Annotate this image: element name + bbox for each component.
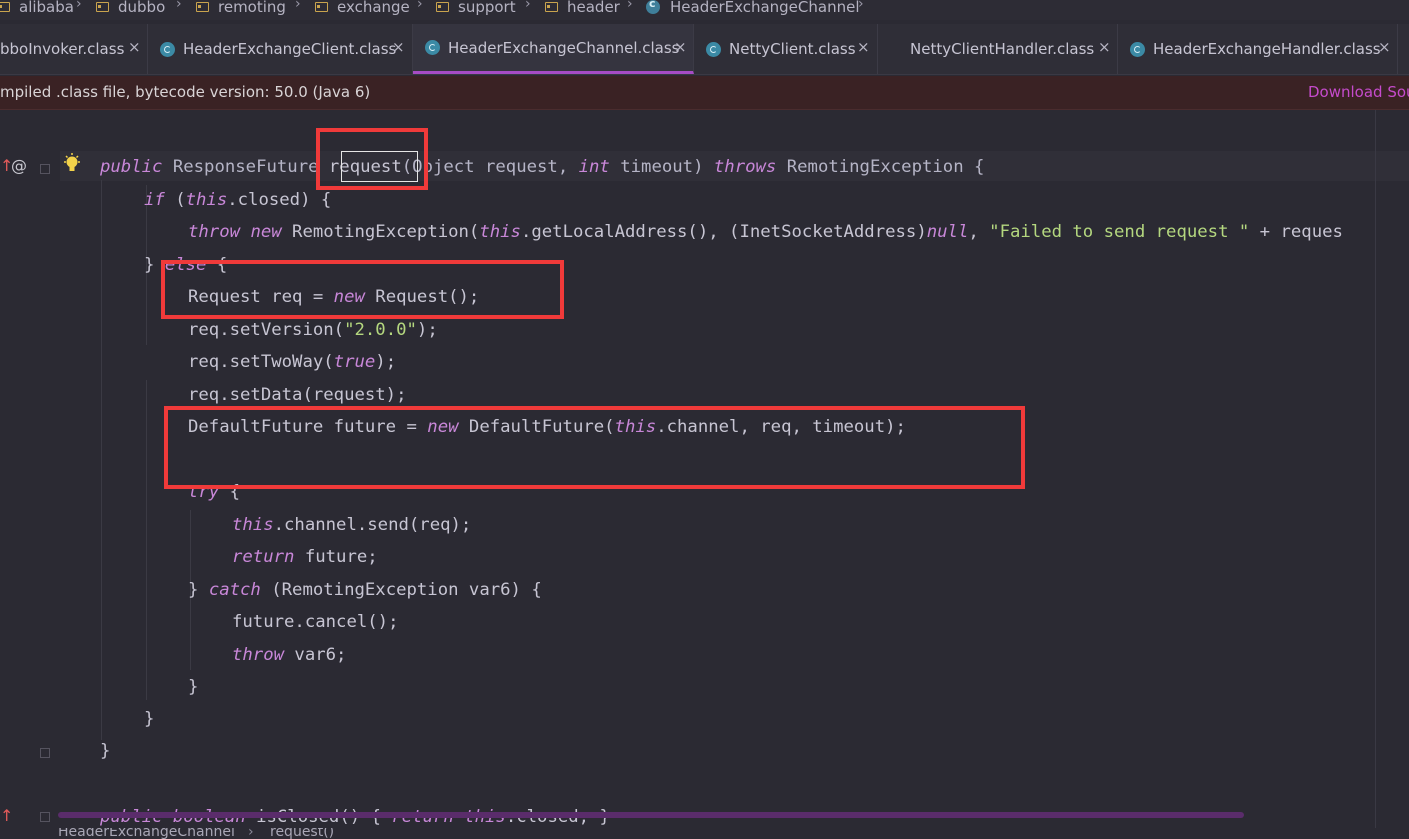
breadcrumb-item-class[interactable]: HeaderExchangeChannel [646, 0, 860, 18]
breadcrumb: alibaba › dubbo › remoting › exchange › … [0, 0, 1409, 20]
code-line[interactable]: return future; [232, 543, 378, 571]
code-line[interactable]: } [100, 737, 110, 765]
status-crumb-method[interactable]: request() [270, 828, 334, 839]
class-icon [706, 41, 721, 57]
breadcrumb-item-exchange[interactable]: exchange [315, 0, 410, 18]
banner-text: mpiled .class file, bytecode version: 50… [0, 83, 371, 101]
code-line[interactable]: throw var6; [232, 641, 346, 669]
horizontal-scrollbar[interactable] [58, 812, 1244, 818]
breadcrumb-item-header[interactable]: header [545, 0, 620, 18]
code-line[interactable]: req.setData(request); [188, 381, 407, 409]
code-line[interactable]: this.channel.send(req); [232, 511, 471, 539]
close-icon[interactable]: × [1378, 38, 1391, 56]
tab-netty-client-handler[interactable]: NettyClientHandler.class × [878, 24, 1118, 74]
code-editor[interactable]: ↑ @ ↑ public ResponseFuture request(Obje… [0, 110, 1409, 839]
fold-icon[interactable] [40, 812, 50, 822]
indent-guide [146, 380, 147, 700]
chevron-right-icon: › [248, 828, 254, 839]
close-icon[interactable]: × [674, 38, 687, 56]
breadcrumb-item-alibaba[interactable]: alibaba [0, 0, 74, 18]
chevron-right-icon: › [627, 0, 633, 12]
chevron-right-icon: › [295, 0, 301, 12]
download-sources-link[interactable]: Download Sou [1308, 83, 1409, 101]
chevron-right-icon: › [525, 0, 531, 12]
code-line[interactable]: if (this.closed) { [144, 186, 331, 214]
folder-icon [0, 2, 10, 12]
class-icon [160, 41, 175, 57]
annotation-box [161, 260, 564, 319]
tab-header-exchange-client[interactable]: HeaderExchangeClient.class × [148, 24, 413, 74]
annotation-icon[interactable]: @ [11, 156, 27, 175]
code-line[interactable]: } catch (RemotingException var6) { [188, 576, 542, 604]
tab-header-exchange-channel[interactable]: HeaderExchangeChannel.class × [413, 24, 694, 74]
tab-header-exchange-handler[interactable]: HeaderExchangeHandler.class × [1118, 24, 1398, 74]
class-icon [425, 40, 440, 55]
breadcrumb-item-support[interactable]: support [436, 0, 516, 18]
chevron-right-icon: › [417, 0, 423, 12]
close-icon[interactable]: × [1098, 38, 1111, 56]
right-margin-line [1375, 110, 1376, 839]
folder-icon [545, 2, 558, 12]
folder-icon [436, 2, 449, 12]
chevron-right-icon: › [76, 0, 82, 12]
folder-icon [315, 2, 328, 12]
status-breadcrumb: HeaderExchangeChannel › request() [0, 828, 1409, 839]
close-icon[interactable]: × [857, 38, 870, 56]
breadcrumb-item-dubbo[interactable]: dubbo [96, 0, 165, 18]
code-line[interactable]: public ResponseFuture request(Object req… [100, 153, 984, 181]
close-icon[interactable]: × [392, 38, 405, 56]
tab-netty-client[interactable]: NettyClient.class × [694, 24, 878, 74]
breadcrumb-item-remoting[interactable]: remoting [196, 0, 286, 18]
override-icon[interactable]: ↑ [0, 806, 13, 825]
status-crumb-class[interactable]: HeaderExchangeChannel [58, 828, 235, 839]
chevron-right-icon: › [176, 0, 182, 12]
class-icon [1130, 41, 1145, 57]
code-line[interactable]: throw new RemotingException(this.getLoca… [188, 218, 1343, 246]
code-line[interactable]: req.setVersion("2.0.0"); [188, 316, 438, 344]
indent-guide [101, 180, 102, 740]
gutter [0, 110, 60, 839]
annotation-box [164, 406, 1025, 489]
folder-icon [96, 2, 109, 12]
close-icon[interactable]: × [128, 38, 141, 56]
decompiled-banner: mpiled .class file, bytecode version: 50… [0, 76, 1409, 110]
fold-icon[interactable] [40, 164, 50, 174]
editor-tabs: bboInvoker.class × HeaderExchangeClient.… [0, 24, 1409, 75]
annotation-box [316, 128, 428, 190]
fold-icon[interactable] [40, 748, 50, 758]
chevron-right-icon: › [858, 0, 864, 12]
code-line[interactable]: future.cancel(); [232, 608, 398, 636]
code-line[interactable]: } [188, 673, 198, 701]
code-line[interactable]: } [144, 705, 154, 733]
class-icon [646, 0, 660, 14]
code-line[interactable]: req.setTwoWay(true); [188, 348, 396, 376]
tab-invoker[interactable]: bboInvoker.class × [0, 24, 148, 74]
folder-icon [196, 2, 209, 12]
lightbulb-icon[interactable] [63, 153, 81, 179]
